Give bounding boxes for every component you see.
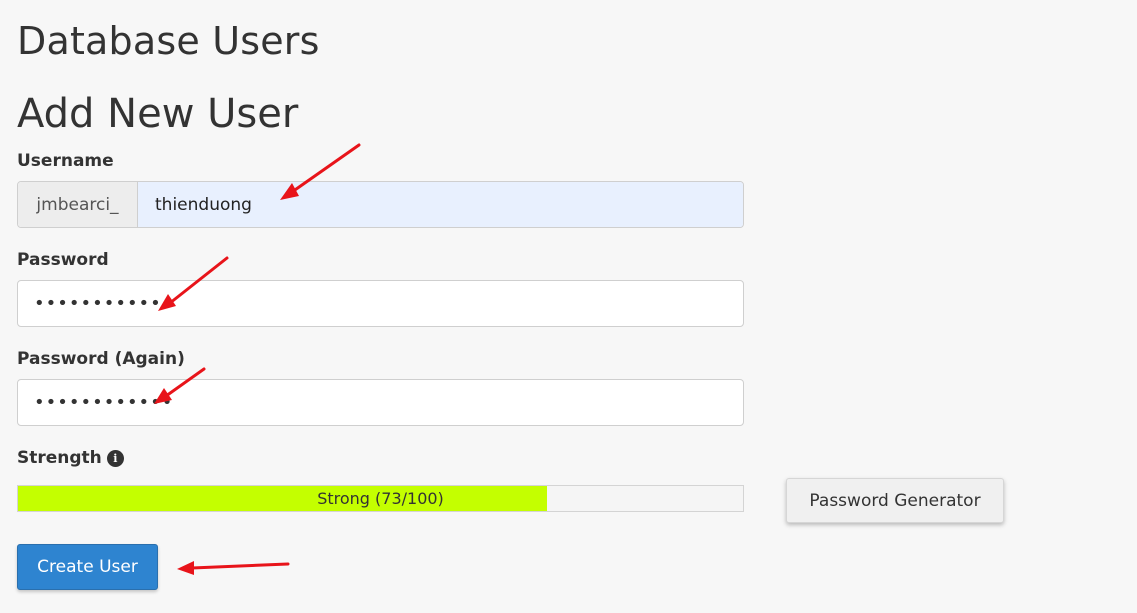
add-database-user-page: Database Users Add New User Username jmb… xyxy=(0,0,1137,613)
info-icon[interactable]: i xyxy=(106,449,124,467)
strength-label: Strength xyxy=(17,448,102,468)
strength-meter-text: Strong (73/100) xyxy=(317,489,444,508)
create-user-button[interactable]: Create User xyxy=(17,544,158,590)
password-input[interactable] xyxy=(17,280,744,327)
strength-label-row: Strength i xyxy=(17,447,124,469)
username-label: Username xyxy=(17,151,114,171)
page-title: Database Users xyxy=(17,19,320,63)
username-input-group: jmbearci_ xyxy=(17,181,744,228)
password-generator-button[interactable]: Password Generator xyxy=(786,478,1004,523)
password-again-input[interactable] xyxy=(17,379,744,426)
password-strength-meter: Strong (73/100) xyxy=(17,485,744,512)
username-prefix: jmbearci_ xyxy=(18,182,138,227)
red-arrow-icon xyxy=(177,561,290,575)
password-label: Password xyxy=(17,250,109,270)
username-input[interactable] xyxy=(138,182,743,227)
password-again-label: Password (Again) xyxy=(17,349,185,369)
section-title: Add New User xyxy=(17,91,299,137)
